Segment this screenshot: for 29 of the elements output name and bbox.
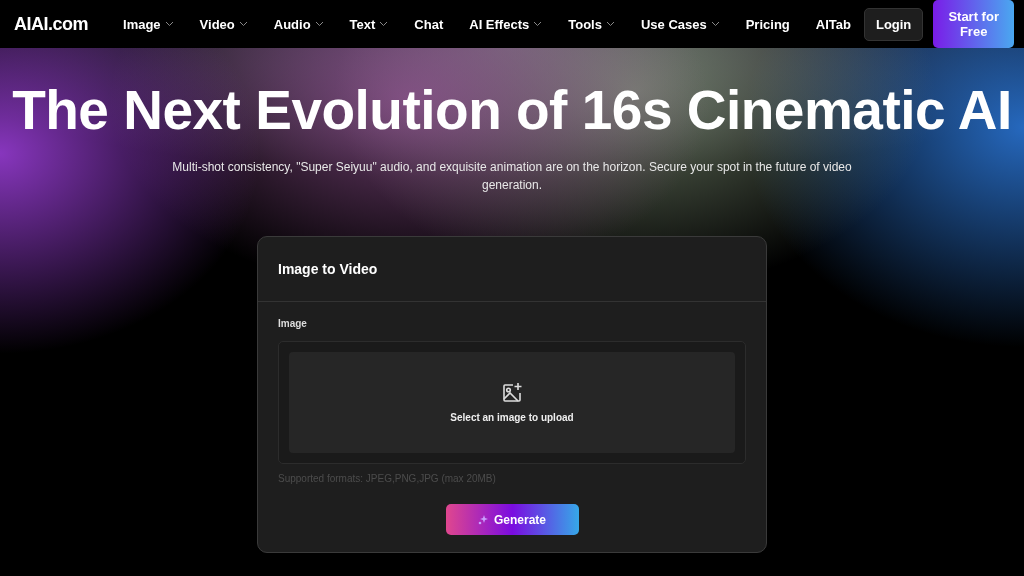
- sparkle-icon: [478, 514, 488, 525]
- nav-link[interactable]: AI Effects: [456, 16, 556, 32]
- start-button[interactable]: Start for Free: [933, 0, 1014, 48]
- caret-icon: [238, 21, 248, 27]
- caret-icon: [710, 21, 720, 27]
- nav-link[interactable]: AITab: [802, 16, 864, 32]
- nav-link[interactable]: Use Cases: [627, 16, 733, 32]
- upload-area[interactable]: Select an image to upload: [278, 341, 746, 464]
- nav-link[interactable]: Chat: [401, 16, 457, 32]
- nav-link[interactable]: Audio: [260, 16, 337, 32]
- field-label: Image: [278, 318, 308, 329]
- caret-icon: [605, 21, 615, 27]
- caret-icon: [314, 21, 324, 27]
- caret-icon: [379, 21, 389, 27]
- nav-link[interactable]: Pricing: [732, 16, 803, 32]
- hero-subtitle: Multi-shot consistency, "Super Seiyuu" audio, and exquisite animation are on the horizon. Secure your spot in the future of video generation.: [171, 159, 853, 194]
- caret-icon: [533, 21, 543, 27]
- card-title: Image to Video: [278, 261, 378, 277]
- generate-button[interactable]: Generate: [445, 504, 579, 535]
- upload-text: Select an image to upload: [450, 412, 574, 423]
- nav-link[interactable]: Tools: [555, 16, 628, 32]
- nav-link[interactable]: Video: [186, 16, 261, 32]
- login-button[interactable]: Login: [863, 7, 924, 41]
- nav-link[interactable]: Text: [336, 16, 402, 32]
- add-image-icon: [501, 382, 523, 404]
- logo[interactable]: AIAI.com: [14, 13, 88, 35]
- nav-link[interactable]: Image: [110, 16, 187, 32]
- hero-title: The Next Evolution of 16s Cinematic AI: [12, 78, 1012, 142]
- caret-icon: [164, 21, 174, 27]
